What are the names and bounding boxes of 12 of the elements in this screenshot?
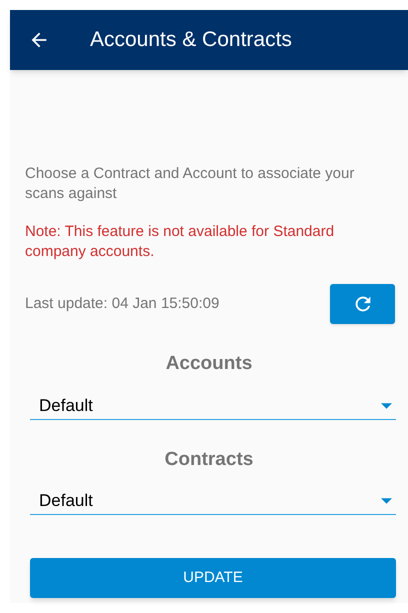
intro-text: Choose a Contract and Account to associate your scans against (25, 164, 356, 204)
dropdown[interactable]: Default (30, 392, 396, 420)
caret-icon (381, 402, 392, 408)
section-label: Contracts (164, 448, 254, 472)
note-text: Note: This feature is not available for Standard company accounts. (25, 222, 336, 262)
dropdown[interactable]: Default (30, 488, 396, 515)
caret-icon (381, 498, 392, 504)
refresh-button[interactable] (330, 284, 395, 324)
screen-title: Accounts & Contracts (90, 27, 292, 54)
update-button[interactable]: UPDATE (30, 558, 396, 598)
last-update-text: Last update: 04 Jan 15:50:09 (25, 294, 220, 314)
section-label: Accounts (166, 352, 252, 376)
